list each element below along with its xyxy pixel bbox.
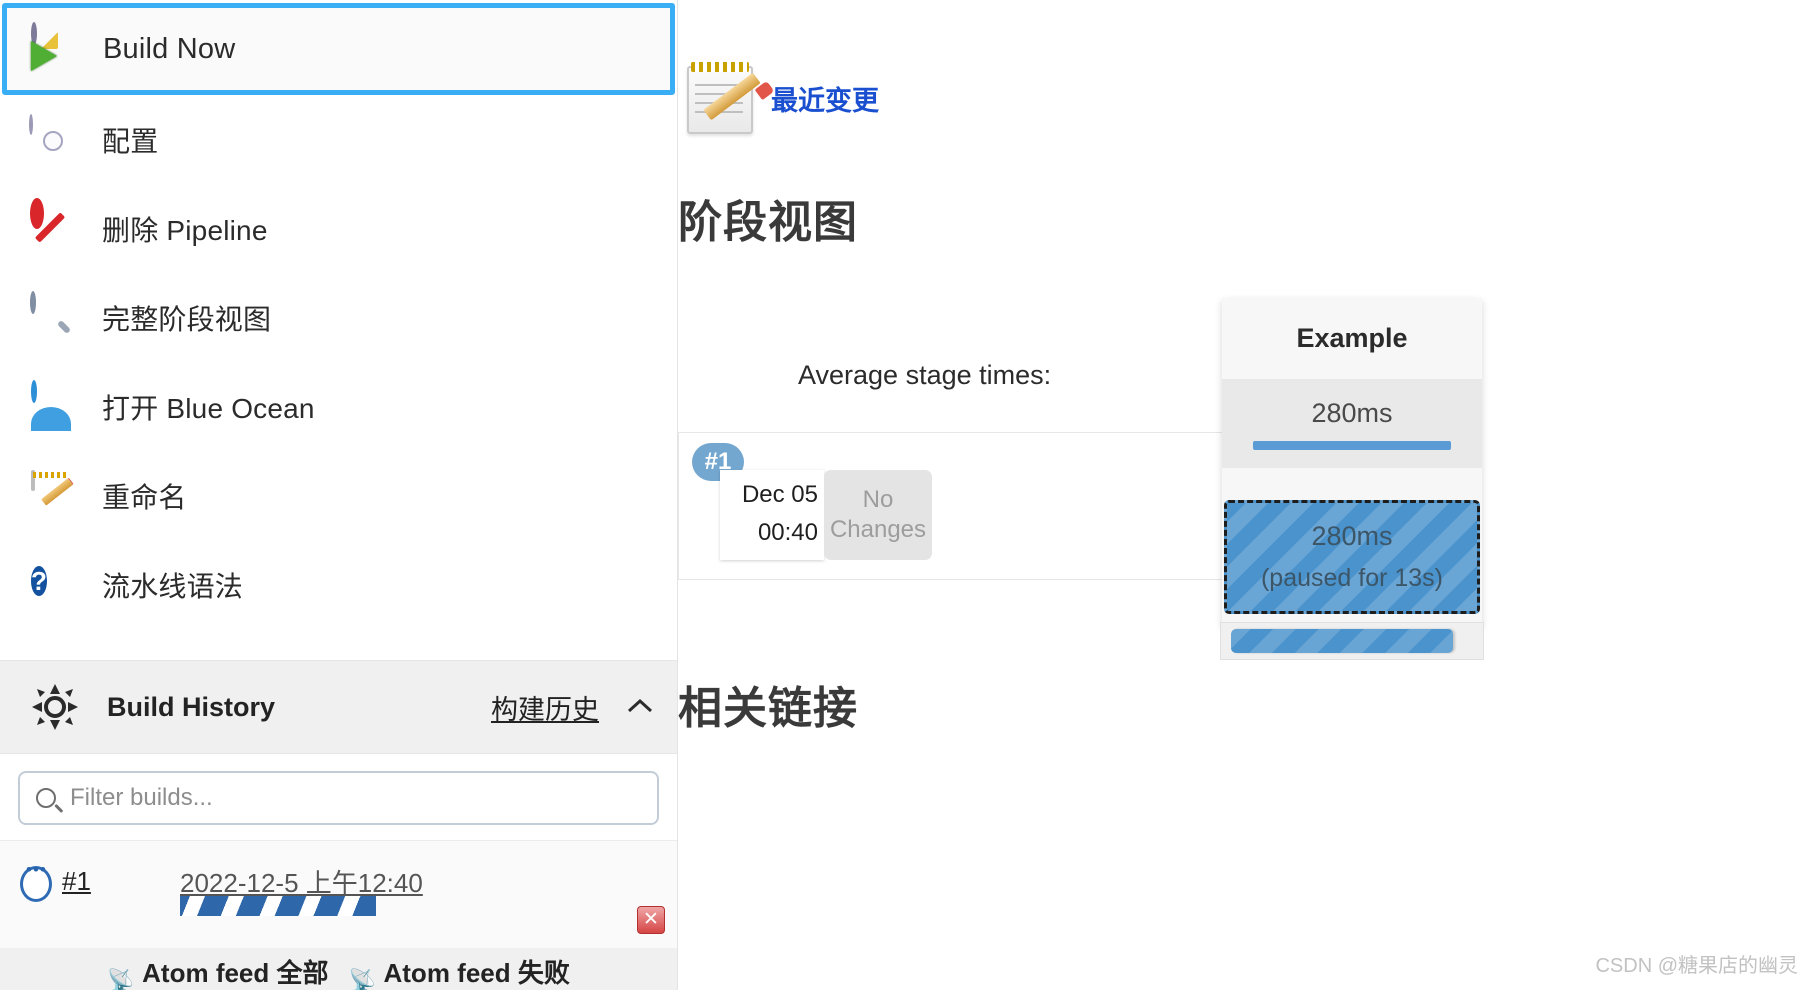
stage-cell-example-build1[interactable]: 280ms (paused for 13s) <box>1224 500 1480 614</box>
sidebar-item-label: 打开 Blue Ocean <box>102 392 315 424</box>
stage-cell-paused: (paused for 13s) <box>1260 564 1444 592</box>
sidebar-item-label: 删除 Pipeline <box>102 214 268 246</box>
no-changes-label-line2: Changes <box>829 516 927 543</box>
run-date-cell[interactable]: Dec 05 00:40 <box>720 470 824 560</box>
sidebar-item-pipeline-syntax[interactable]: ? 流水线语法 <box>0 540 677 629</box>
no-entry-icon <box>28 197 76 253</box>
build-history-link[interactable]: 构建历史 <box>491 688 599 727</box>
atom-feed-all[interactable]: Atom feed 全部 <box>107 953 328 990</box>
notepad-pencil-icon <box>28 469 76 520</box>
stage-cell-duration: 280ms <box>1311 521 1393 551</box>
jenkins-pipeline-page: Build Now 配置 删除 Pipeline 完整阶段视图 打开 Blue … <box>0 0 1816 990</box>
sidebar-item-label: 完整阶段视图 <box>102 303 272 335</box>
sidebar-item-label: 配置 <box>102 125 159 157</box>
recent-changes-link[interactable]: 最近变更 <box>678 60 879 136</box>
sidebar-item-label: Build Now <box>103 32 236 65</box>
pending-icon <box>20 860 52 902</box>
sidebar-item-full-stage-view[interactable]: 完整阶段视图 <box>0 273 677 362</box>
rss-icon <box>349 964 375 990</box>
build-history-header[interactable]: Build History 构建历史 <box>0 660 677 754</box>
no-changes-label-line1: No <box>862 486 894 513</box>
stage-average-time: 280ms <box>1311 398 1393 428</box>
sidebar-item-label: 流水线语法 <box>102 570 244 602</box>
watermark: CSDN @糖果店的幽灵 <box>1595 955 1798 977</box>
no-changes-cell: No Changes <box>824 470 932 560</box>
blue-ocean-icon <box>28 379 76 431</box>
atom-feed-failed-label: Atom feed 失败 <box>383 958 570 988</box>
search-input[interactable]: Filter builds... <box>18 770 659 825</box>
weather-icon <box>30 682 80 732</box>
sidebar: Build Now 配置 删除 Pipeline 完整阶段视图 打开 Blue … <box>0 0 678 990</box>
stage-column-name: Example <box>1222 298 1482 380</box>
sidebar-item-delete-pipeline[interactable]: 删除 Pipeline <box>0 184 677 273</box>
notepad-pencil-icon <box>683 60 775 136</box>
chevron-up-icon[interactable] <box>625 691 655 723</box>
build-history-title: Build History <box>107 691 276 722</box>
atom-feed-all-label: Atom feed 全部 <box>142 958 329 988</box>
run-time: 00:40 <box>757 519 818 546</box>
sidebar-item-label: 重命名 <box>102 481 187 513</box>
recent-changes-label: 最近变更 <box>771 85 879 116</box>
average-stage-times-label: Average stage times: <box>798 360 1052 390</box>
stage-column-average: 280ms <box>1222 380 1482 468</box>
search-icon <box>36 787 56 808</box>
atom-feeds: Atom feed 全部 Atom feed 失败 <box>0 948 677 990</box>
run-date: Dec 05 <box>741 481 818 508</box>
stage-view-heading: 阶段视图 <box>678 198 858 247</box>
atom-feed-failed[interactable]: Atom feed 失败 <box>349 953 570 990</box>
stage-average-bar <box>1253 441 1451 450</box>
sidebar-item-build-now[interactable]: Build Now <box>2 3 675 95</box>
clock-play-icon <box>29 22 77 73</box>
build-timestamp-link[interactable]: 2022-12-5 上午12:40 <box>180 863 423 900</box>
progress-bar-striped <box>180 896 376 916</box>
magnifier-icon <box>28 290 76 342</box>
task-list: Build Now 配置 删除 Pipeline 完整阶段视图 打开 Blue … <box>0 3 677 629</box>
sidebar-item-open-blue-ocean[interactable]: 打开 Blue Ocean <box>0 362 677 451</box>
build-filter-wrapper: Filter builds... <box>0 755 677 840</box>
related-links-heading: 相关链接 <box>678 684 858 733</box>
stage-progress-footer <box>1220 622 1484 660</box>
sidebar-item-configure[interactable]: 配置 <box>0 95 677 184</box>
build-number-link[interactable]: #1 <box>62 866 91 897</box>
help-icon: ? <box>31 565 47 596</box>
rss-icon <box>107 964 133 990</box>
search-input-placeholder: Filter builds... <box>70 783 213 811</box>
gear-icon <box>28 113 76 164</box>
delete-build-button[interactable]: ✕ <box>637 906 665 934</box>
sidebar-item-rename[interactable]: 重命名 <box>0 451 677 540</box>
stage-progress-bar <box>1231 629 1453 653</box>
